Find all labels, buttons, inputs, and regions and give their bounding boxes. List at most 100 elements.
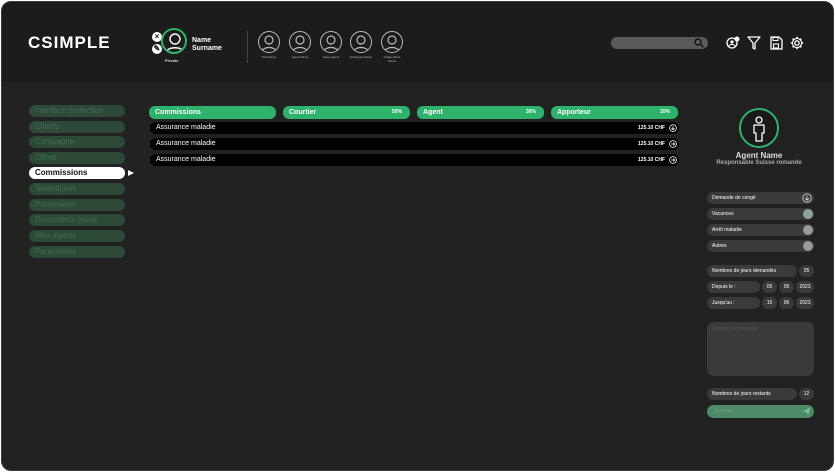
user-icon <box>261 35 277 52</box>
tab-commissions[interactable]: Commissions <box>149 106 276 119</box>
team-avatar[interactable]: Name Agent <box>319 31 343 59</box>
tab-label: Commissions <box>155 109 201 116</box>
download-icon[interactable] <box>802 193 812 203</box>
days-left-label: Nombres de jours restants <box>707 388 797 400</box>
row-amount: 125.10 CHF <box>638 157 665 163</box>
avatar-circle <box>258 31 280 53</box>
send-icon <box>802 407 811 416</box>
from-label: Depuis le : <box>707 281 760 293</box>
sidebar-item-documents-types[interactable]: Documents types <box>29 214 125 226</box>
person-icon <box>753 116 765 142</box>
table-row[interactable]: Assurance maladie 125.10 CHF <box>150 138 679 150</box>
tab-agent[interactable]: Agent 30% <box>417 106 544 119</box>
agent-avatar <box>739 108 779 148</box>
comment-placeholder: Ajouter un message <box>713 326 758 332</box>
profile-avatar[interactable] <box>161 28 187 54</box>
option-label: Arrêt maladie <box>712 227 742 233</box>
radio-arret-maladie[interactable] <box>803 225 813 235</box>
to-month-field[interactable]: 06 <box>779 297 794 309</box>
app-logo[interactable]: CSIMPLE <box>28 33 111 53</box>
option-label: Autres <box>712 243 727 249</box>
sidebar-item-mes-agents[interactable]: Mes agents <box>29 230 125 242</box>
agent-name: Agent Name <box>735 151 783 160</box>
tab-percent: 30% <box>525 109 536 115</box>
radio-vacances[interactable] <box>803 209 813 219</box>
table-row[interactable]: Assurance maladie 125.10 CHF <box>150 154 679 166</box>
option-label: Vacances <box>712 211 734 217</box>
add-user-icon[interactable] <box>726 36 740 50</box>
gear-icon[interactable] <box>790 36 804 50</box>
tab-label: Apporteur <box>557 109 591 116</box>
to-year-field[interactable]: 2023 <box>796 297 814 309</box>
days-requested-label: Nombres de jours demandés <box>707 265 797 277</box>
arrow-right-icon[interactable] <box>669 156 677 164</box>
search-icon[interactable] <box>694 38 704 48</box>
avatar-label: Independent Name <box>383 55 401 63</box>
team-avatar[interactable]: Independent Name <box>380 31 404 63</box>
sidebar-item-clients[interactable]: Clients <box>29 121 125 133</box>
avatar-label: Name Agent <box>322 55 340 59</box>
profile-first-name: Name <box>192 37 212 44</box>
tab-percent: 50% <box>391 109 402 115</box>
user-icon <box>292 35 308 52</box>
filter-icon[interactable] <box>747 36 761 50</box>
from-day-field[interactable]: 05 <box>762 281 777 293</box>
avatar-label: Prof Name <box>261 55 277 59</box>
avatar-label: Employee Name <box>349 55 373 59</box>
user-icon <box>353 35 369 52</box>
days-left-value: 12 <box>799 388 814 400</box>
row-label: Assurance maladie <box>156 140 216 147</box>
row-label: Assurance maladie <box>156 156 216 163</box>
avatar-label: Agent Name <box>291 55 309 59</box>
sidebar-item-interface-protection[interactable]: Interface protection <box>29 105 125 117</box>
sidebar-item-campagne[interactable]: Campagne <box>29 136 125 148</box>
download-icon[interactable] <box>669 124 677 132</box>
sidebar-item-statistiques[interactable]: Statistiques <box>29 183 125 195</box>
tab-apporteur[interactable]: Apporteur 20% <box>551 106 678 119</box>
team-avatar[interactable]: Employee Name <box>349 31 373 59</box>
arrow-right-icon[interactable] <box>669 140 677 148</box>
submit-button[interactable]: Envoyer <box>707 405 814 418</box>
tab-percent: 20% <box>659 109 670 115</box>
user-icon <box>165 33 185 52</box>
option-arret-maladie[interactable]: Arrêt maladie <box>707 224 814 236</box>
leave-request-label: Demande de congé <box>712 195 756 201</box>
tab-label: Agent <box>423 109 443 116</box>
user-icon <box>323 35 339 52</box>
tab-courtier[interactable]: Courtier 50% <box>283 106 410 119</box>
team-avatar[interactable]: Prof Name <box>257 31 281 59</box>
radio-autres[interactable] <box>803 241 813 251</box>
days-requested-field[interactable]: 05 <box>799 265 814 277</box>
leave-request-dropdown[interactable]: Demande de congé <box>707 192 814 204</box>
option-autres[interactable]: Autres <box>707 240 814 252</box>
user-icon <box>384 35 400 52</box>
sidebar-item-partenaires[interactable]: Partenaires <box>29 199 125 211</box>
avatar-circle <box>381 31 403 53</box>
active-pointer-icon <box>128 170 134 176</box>
save-icon[interactable] <box>769 36 783 50</box>
avatar-circle <box>289 31 311 53</box>
from-month-field[interactable]: 05 <box>779 281 794 293</box>
profile-last-name: Surname <box>192 45 222 52</box>
tab-label: Courtier <box>289 109 317 116</box>
option-vacances[interactable]: Vacances <box>707 208 814 220</box>
profile-tag: Private <box>165 58 179 63</box>
table-row[interactable]: Assurance maladie 125.10 CHF <box>150 122 679 134</box>
agent-role: Responsable Suisse romande <box>716 160 802 166</box>
comment-textarea[interactable]: Ajouter un message <box>707 322 814 376</box>
to-label: Jusqu'au : <box>707 297 760 309</box>
team-avatar[interactable]: Agent Name <box>288 31 312 59</box>
sidebar-item-offres[interactable]: Offres <box>29 152 125 164</box>
avatar-circle <box>350 31 372 53</box>
profile-name: Name Surname <box>192 37 222 53</box>
app-window: CSIMPLE × ✎ Name Surname Private Prof Na… <box>1 1 834 471</box>
from-year-field[interactable]: 2023 <box>796 281 814 293</box>
submit-label: Envoyer <box>715 408 734 414</box>
search-input[interactable] <box>611 37 708 49</box>
sidebar-item-commissions[interactable]: Commissions <box>29 167 125 179</box>
top-bar: CSIMPLE × ✎ Name Surname Private Prof Na… <box>2 2 833 82</box>
row-label: Assurance maladie <box>156 124 216 131</box>
to-day-field[interactable]: 15 <box>762 297 777 309</box>
sidebar-item-parametres[interactable]: Paramètres <box>29 246 125 258</box>
edit-icon[interactable]: ✎ <box>152 44 162 54</box>
